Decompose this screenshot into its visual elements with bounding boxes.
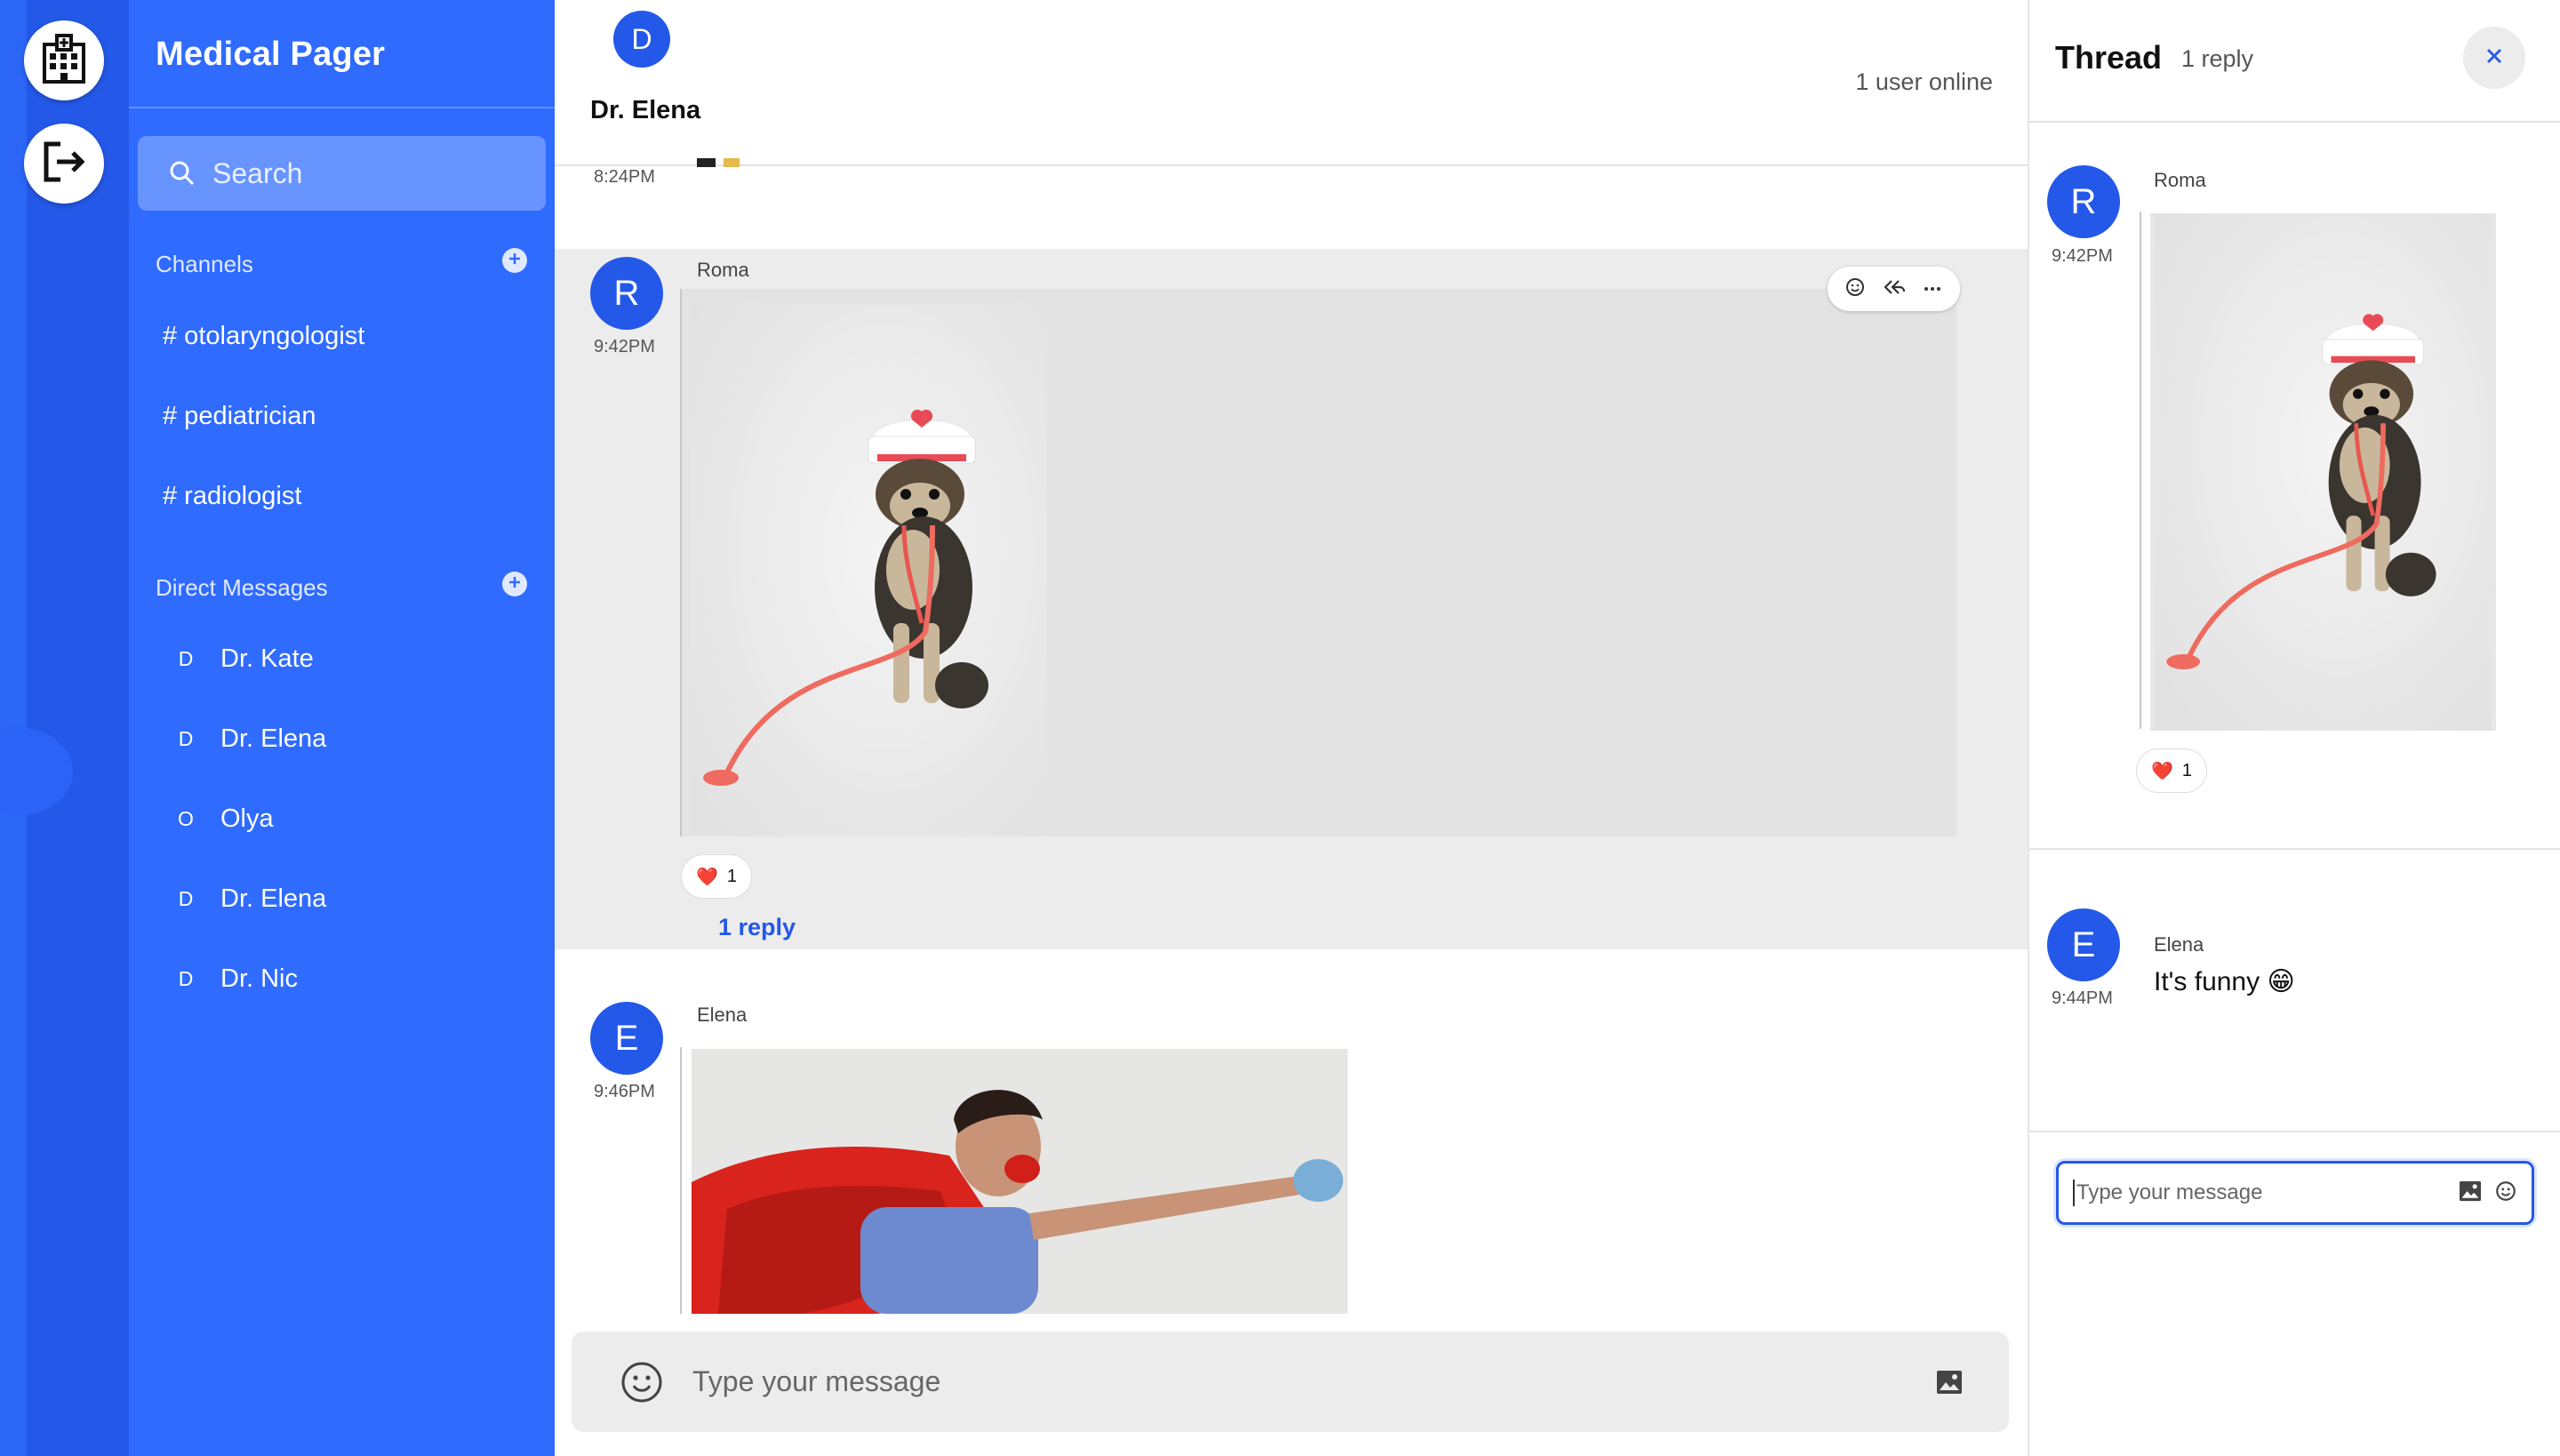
close-thread-button[interactable]	[2463, 27, 2525, 89]
message-text: It's funny 😁	[2154, 967, 2295, 996]
heart-icon: ❤️	[2151, 761, 2173, 781]
channel-avatar: D	[613, 11, 670, 68]
thread-composer[interactable]: Type your message	[2056, 1161, 2534, 1225]
channel-item-otolaryngologist[interactable]: # otolaryngologist	[163, 322, 364, 351]
thread-composer-input[interactable]: Type your message	[2076, 1180, 2459, 1205]
dog-photo[interactable]	[691, 303, 1047, 836]
message-time: 9:42PM	[594, 337, 655, 356]
heart-icon: ❤️	[696, 867, 718, 887]
composer-input[interactable]: Type your message	[692, 1365, 1936, 1398]
image-attachment-frame	[682, 289, 1956, 836]
hospital-button[interactable]	[24, 20, 104, 100]
hospital-icon	[37, 32, 91, 90]
thread-composer-divider	[2029, 1131, 2560, 1132]
image-attachment-frame	[2150, 213, 2496, 731]
image-attachment-frame	[692, 1049, 1348, 1314]
thread-reply-count: 1 reply	[2181, 45, 2254, 72]
sidebar-divider	[129, 107, 555, 108]
dm-item-dr-nic[interactable]: D Dr. Nic	[176, 964, 298, 994]
chat-main: D Dr. Elena 1 user online 8:24PM R Roma …	[555, 0, 2028, 1456]
reply-icon[interactable]	[1881, 276, 1906, 302]
thread-reply-divider	[2029, 848, 2560, 850]
app-title: Medical Pager	[156, 36, 386, 73]
message-rule	[2140, 212, 2141, 729]
channel-sidebar: Medical Pager Search Channels # otolaryn…	[129, 0, 555, 1456]
plus-icon	[507, 251, 523, 271]
image-icon[interactable]	[2459, 1180, 2482, 1206]
dm-item-dr-kate[interactable]: D Dr. Kate	[176, 644, 314, 674]
dm-name: Dr. Elena	[220, 884, 327, 913]
more-icon[interactable]	[1922, 276, 1943, 302]
text-caret	[2073, 1180, 2075, 1206]
avatar: R	[2047, 165, 2120, 238]
channel-name: Dr. Elena	[590, 96, 701, 124]
image-icon[interactable]	[1936, 1370, 1963, 1395]
search-icon	[168, 159, 196, 188]
reaction-pill[interactable]: ❤️ 1	[2136, 748, 2208, 793]
close-icon	[2484, 45, 2505, 71]
online-status: 1 user online	[1855, 68, 1993, 95]
thread-panel: Thread 1 reply R Roma 9:42PM ❤️ 1 E Elen…	[2028, 0, 2560, 1456]
message-time: 9:44PM	[2052, 988, 2113, 1008]
thread-reply-link[interactable]: 1 reply	[718, 914, 796, 941]
message-sender: Elena	[697, 1004, 748, 1026]
dm-name: Dr. Nic	[220, 964, 298, 993]
superhero-photo[interactable]	[692, 1049, 1348, 1314]
header-divider	[555, 164, 2028, 166]
add-dm-button[interactable]	[502, 572, 527, 596]
emoji-icon[interactable]	[2494, 1180, 2517, 1207]
dm-item-dr-elena[interactable]: D Dr. Elena	[176, 724, 327, 754]
add-channel-button[interactable]	[502, 248, 527, 273]
dm-item-dr-elena-2[interactable]: D Dr. Elena	[176, 884, 327, 914]
emoji-icon[interactable]	[620, 1360, 664, 1404]
message-time: 9:46PM	[594, 1082, 655, 1101]
channel-item-pediatrician[interactable]: # pediatrician	[163, 402, 316, 431]
icon-rail	[0, 0, 129, 1456]
message-actions	[1828, 267, 1960, 311]
reaction-count: 1	[726, 866, 738, 886]
direct-messages-header: Direct Messages	[156, 574, 328, 601]
thread-header-divider	[2029, 121, 2560, 123]
avatar: E	[2047, 908, 2120, 981]
message-sender: Roma	[697, 259, 749, 281]
logout-button[interactable]	[24, 124, 104, 204]
dm-name: Dr. Elena	[220, 724, 327, 753]
message-sender: Elena	[2154, 933, 2204, 956]
search-box[interactable]: Search	[138, 136, 546, 211]
channels-header: Channels	[156, 251, 253, 277]
dm-initial: D	[178, 967, 194, 990]
dm-name: Olya	[220, 804, 274, 833]
dm-item-olya[interactable]: O Olya	[176, 804, 274, 834]
thread-composer-icons	[2459, 1180, 2517, 1207]
message-sender: Roma	[2154, 169, 2206, 191]
message-composer[interactable]: Type your message	[572, 1332, 2009, 1432]
clipped-message-text	[697, 153, 768, 167]
search-label: Search	[212, 156, 303, 189]
avatar: E	[590, 1002, 663, 1075]
message-rule	[680, 1047, 682, 1314]
clipped-message-glyphs	[697, 158, 750, 167]
plus-icon	[507, 574, 523, 595]
dm-initial: O	[178, 807, 194, 830]
emoji-icon[interactable]	[1844, 276, 1866, 302]
message-time: 9:42PM	[2052, 246, 2113, 266]
message-time: 8:24PM	[594, 167, 655, 187]
dm-initial: D	[178, 647, 194, 670]
dog-photo[interactable]	[2150, 213, 2496, 731]
rail-handle[interactable]	[0, 727, 73, 816]
avatar: R	[590, 257, 663, 330]
dm-name: Dr. Kate	[220, 644, 314, 673]
thread-title: Thread	[2055, 39, 2163, 76]
channel-item-radiologist[interactable]: # radiologist	[163, 482, 301, 511]
reaction-count: 1	[2181, 760, 2193, 780]
logout-icon	[39, 137, 89, 191]
dm-initial: D	[178, 887, 194, 910]
reaction-pill[interactable]: ❤️ 1	[681, 854, 753, 899]
dm-initial: D	[178, 727, 194, 750]
